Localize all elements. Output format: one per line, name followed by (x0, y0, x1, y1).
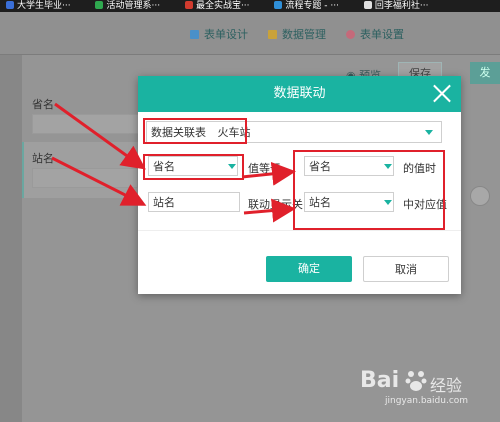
arrow (241, 161, 296, 186)
watermark-url: jingyan.baidu.com (385, 396, 469, 406)
arrow (54, 102, 146, 170)
arrow (243, 198, 296, 223)
watermark-sub: 经验 (430, 376, 463, 395)
baidu-paw-icon (405, 368, 427, 392)
watermark-brand: Bai (360, 368, 400, 393)
annotation-arrows (51, 102, 296, 223)
arrow (51, 156, 147, 206)
